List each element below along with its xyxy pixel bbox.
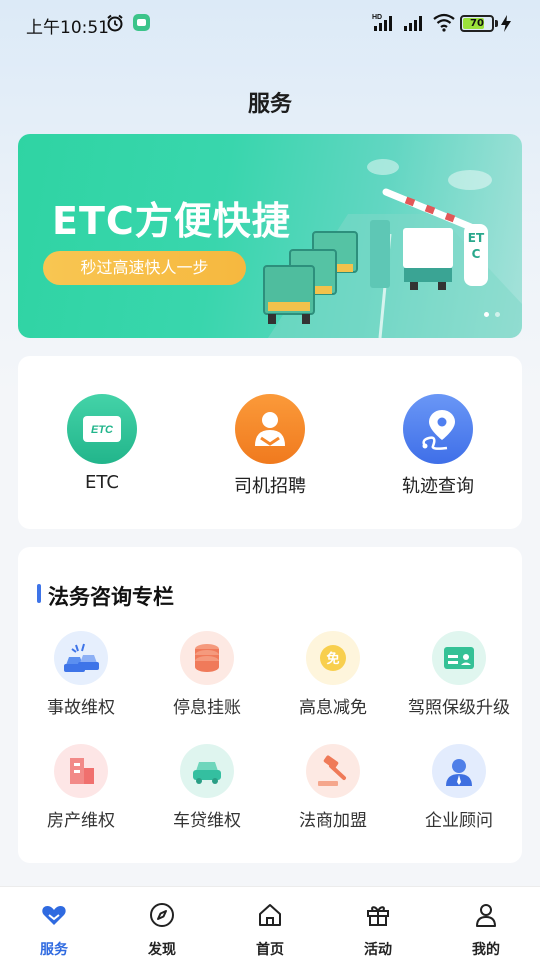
tab-label: 我的 xyxy=(472,942,500,958)
service-track-query[interactable]: 轨迹查询 xyxy=(368,394,508,498)
relief-icon-text: 免 xyxy=(326,651,339,667)
status-time: 上午10:51 xyxy=(26,18,109,38)
gift-icon xyxy=(367,906,389,926)
legal-item-label: 事故维权 xyxy=(47,698,115,718)
legal-item-interest-relief[interactable]: 免 高息减免 xyxy=(270,631,396,718)
legal-item-label: 企业顾问 xyxy=(425,811,493,831)
service-label: ETC xyxy=(85,472,119,493)
service-label: 司机招聘 xyxy=(234,476,306,497)
consultant-icon xyxy=(432,744,486,798)
car-icon xyxy=(180,744,234,798)
coin-stack-icon xyxy=(180,631,234,685)
legal-item-label: 驾照保级升级 xyxy=(408,698,510,718)
legal-item-license-level[interactable]: 驾照保级升级 xyxy=(396,631,522,718)
building-icon xyxy=(54,744,108,798)
tab-label: 首页 xyxy=(256,942,284,958)
location-track-icon xyxy=(403,394,473,464)
promo-banner[interactable]: ETC方便快捷 秒过高速快人一步 ETC xyxy=(18,134,522,338)
etc-card-icon: ETC xyxy=(67,394,137,464)
network-type-label: HD xyxy=(372,14,382,21)
battery-indicator: 70 xyxy=(460,15,494,32)
tab-mine[interactable]: 我的 xyxy=(432,901,540,959)
carousel-dot-1[interactable] xyxy=(484,312,489,317)
page-title: 服务 xyxy=(247,92,292,117)
legal-item-label: 停息挂账 xyxy=(173,698,241,718)
section-title: 法务咨询专栏 xyxy=(48,585,174,609)
section-accent-bar xyxy=(37,584,41,603)
service-label: 轨迹查询 xyxy=(402,476,474,497)
tab-home[interactable]: 首页 xyxy=(216,901,324,959)
service-driver-recruit[interactable]: 司机招聘 xyxy=(200,394,340,498)
legal-item-label: 房产维权 xyxy=(47,811,115,831)
driver-icon xyxy=(235,394,305,464)
carousel-dot-2[interactable] xyxy=(495,312,500,317)
wifi-icon xyxy=(433,13,455,32)
etc-icon-text: ETC xyxy=(91,424,114,436)
legal-item-label: 高息减免 xyxy=(299,698,367,718)
home-icon xyxy=(259,904,281,926)
tab-activity[interactable]: 活动 xyxy=(324,901,432,959)
legal-item-accident[interactable]: 事故维权 xyxy=(18,631,144,718)
status-bar: 上午10:51 HD 70 xyxy=(0,0,540,48)
tab-label: 活动 xyxy=(364,942,392,958)
user-icon xyxy=(476,904,496,927)
alarm-icon xyxy=(107,14,123,32)
discount-coin-icon: 免 xyxy=(306,631,360,685)
legal-item-car-loan[interactable]: 车贷维权 xyxy=(144,744,270,831)
compass-icon xyxy=(150,903,174,927)
charging-icon xyxy=(501,15,511,32)
bottom-tab-bar: 服务 发现 首页 活动 我的 xyxy=(0,886,540,960)
quick-services-card: ETC ETC 司机招聘 轨迹查询 xyxy=(18,356,522,529)
tab-service[interactable]: 服务 xyxy=(0,901,108,959)
legal-item-property[interactable]: 房产维权 xyxy=(18,744,144,831)
tab-discover[interactable]: 发现 xyxy=(108,901,216,959)
etc-sign-label: ETC xyxy=(467,231,485,261)
license-card-icon xyxy=(432,631,486,685)
app-notification-icon xyxy=(133,14,150,31)
legal-item-debt-suspension[interactable]: 停息挂账 xyxy=(144,631,270,718)
signal-icon-2 xyxy=(404,16,422,31)
tab-label: 发现 xyxy=(148,942,176,958)
legal-item-franchise[interactable]: 法商加盟 xyxy=(270,744,396,831)
legal-item-label: 法商加盟 xyxy=(299,811,367,831)
heart-icon xyxy=(42,906,66,925)
gavel-icon xyxy=(306,744,360,798)
car-accident-icon xyxy=(54,631,108,685)
carousel-indicator[interactable] xyxy=(478,302,500,321)
signal-icon: HD xyxy=(372,14,392,31)
service-etc[interactable]: ETC ETC xyxy=(32,394,172,493)
legal-consulting-section: 法务咨询专栏 事故维权 停息挂账 免 高息减免 驾照保级升级 房产维权 车贷维权… xyxy=(18,547,522,863)
legal-item-consultant[interactable]: 企业顾问 xyxy=(396,744,522,831)
battery-level: 70 xyxy=(470,18,484,29)
banner-title: ETC方便快捷 xyxy=(52,199,291,243)
banner-slogan: 秒过高速快人一步 xyxy=(43,251,246,285)
legal-item-label: 车贷维权 xyxy=(173,811,241,831)
tab-label: 服务 xyxy=(40,942,68,958)
